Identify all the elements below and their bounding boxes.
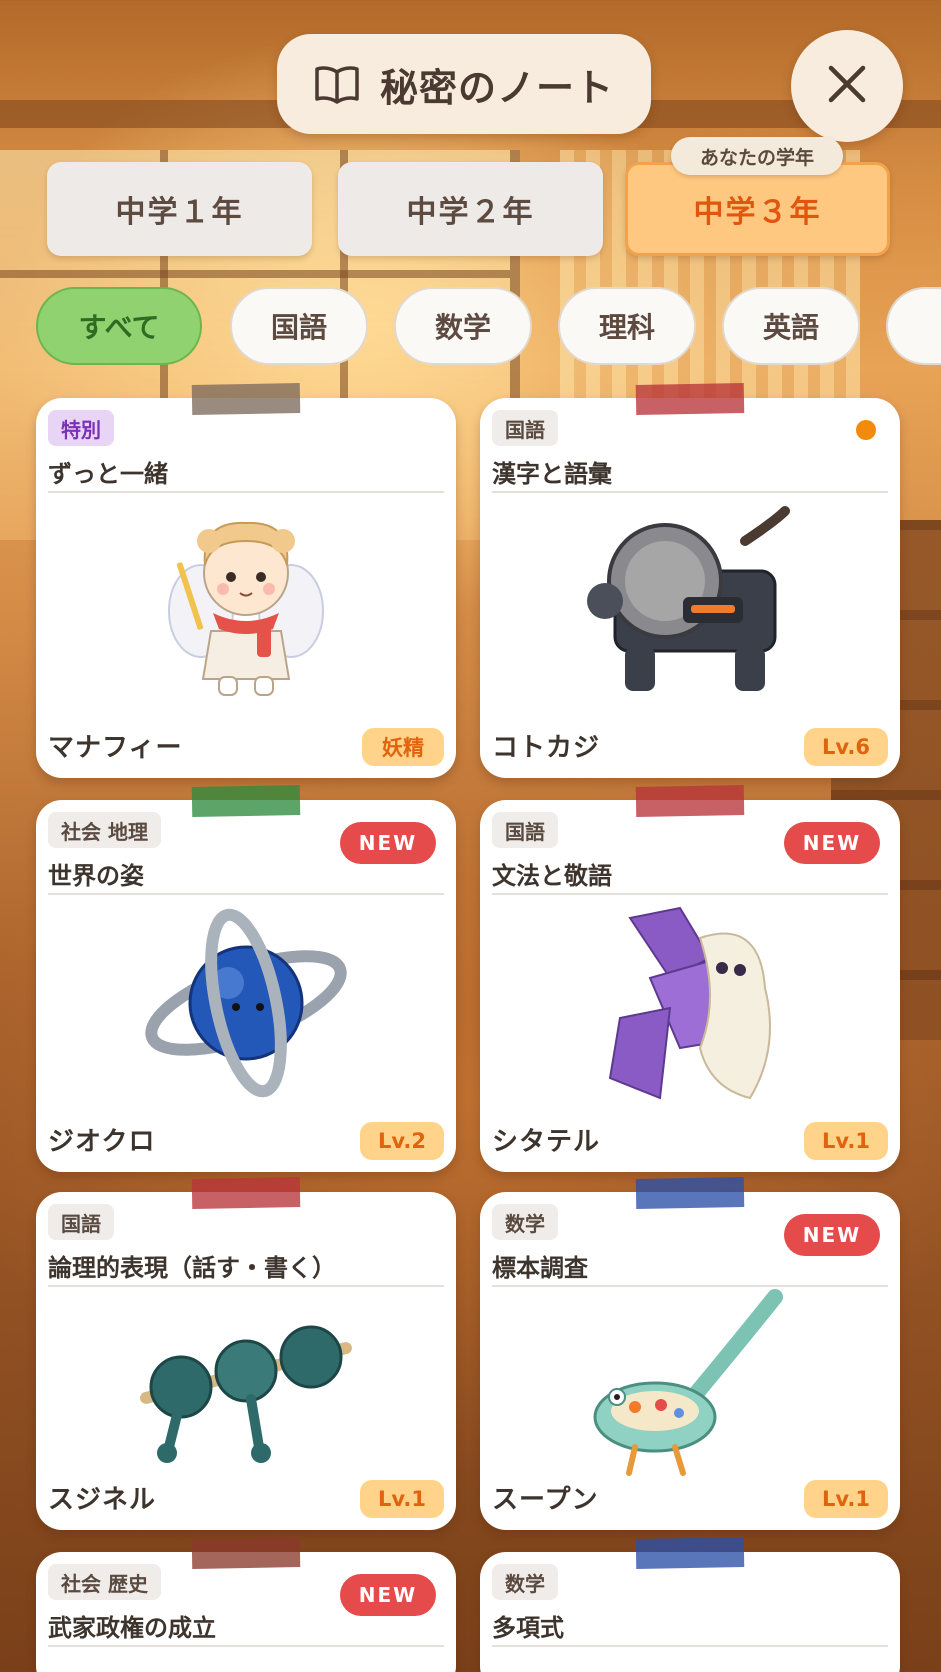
- card-divider: [48, 1645, 444, 1647]
- tape-decoration: [635, 1177, 745, 1209]
- chip-english[interactable]: 英語: [722, 287, 860, 365]
- your-grade-badge: あなたの学年: [671, 137, 843, 175]
- card-divider: [48, 491, 444, 493]
- level-badge: Lv.2: [360, 1122, 444, 1160]
- chip-more-partial[interactable]: [886, 287, 941, 365]
- level-badge: Lv.1: [360, 1480, 444, 1518]
- card-tag: 社会 地理: [48, 812, 161, 848]
- tape-decoration: [635, 383, 745, 415]
- note-card[interactable]: 国語 NEW 文法と敬語 シタテル Lv.1: [480, 785, 900, 1172]
- card-tag: 国語: [492, 812, 558, 848]
- card-title: 標本調査: [492, 1254, 588, 1282]
- fairy-character-icon: [36, 498, 456, 703]
- chip-japanese[interactable]: 国語: [230, 287, 368, 365]
- new-badge: NEW: [340, 1574, 436, 1616]
- note-card[interactable]: 国語 論理的表現（話す・書く） スジネル Lv.1: [36, 1177, 456, 1530]
- card-title: 漢字と語彙: [492, 460, 612, 488]
- card-title: 世界の姿: [48, 862, 144, 890]
- card-divider: [492, 893, 888, 895]
- new-badge: NEW: [340, 822, 436, 864]
- new-badge: NEW: [784, 1214, 880, 1256]
- card-tag: 国語: [48, 1204, 114, 1240]
- note-card[interactable]: 数学 多項式: [480, 1537, 900, 1672]
- level-badge: Lv.1: [804, 1480, 888, 1518]
- level-badge: Lv.6: [804, 728, 888, 766]
- tape-decoration: [191, 785, 301, 817]
- ladle-creature-icon: [480, 1289, 900, 1476]
- chip-math[interactable]: 数学: [394, 287, 532, 365]
- tab-grade-2[interactable]: 中学２年: [338, 162, 603, 256]
- note-card[interactable]: 社会 歴史 NEW 武家政権の成立: [36, 1537, 456, 1672]
- card-tag: 数学: [492, 1204, 558, 1240]
- note-card[interactable]: 特別 ずっと一緒 マナフィー 妖精: [36, 383, 456, 778]
- creature-name: スープン: [492, 1485, 599, 1515]
- tape-decoration: [191, 383, 301, 415]
- card-title: 武家政権の成立: [48, 1614, 216, 1642]
- unread-dot: [856, 420, 876, 440]
- card-title: 文法と敬語: [492, 862, 612, 890]
- type-badge: 妖精: [362, 728, 444, 766]
- creature-name: ジオクロ: [48, 1127, 156, 1157]
- creature-name: スジネル: [48, 1485, 157, 1515]
- tape-decoration: [191, 1537, 301, 1569]
- tape-decoration: [635, 785, 745, 817]
- card-divider: [48, 893, 444, 895]
- knotted-rope-creature-icon: [36, 1292, 456, 1472]
- tab-grade-3[interactable]: 中学３年: [625, 162, 890, 256]
- card-divider: [492, 1645, 888, 1647]
- page-title-pill: 秘密のノート: [277, 34, 651, 134]
- creature-name: コトカジ: [492, 733, 601, 763]
- chip-science[interactable]: 理科: [558, 287, 696, 365]
- card-divider: [48, 1285, 444, 1287]
- creature-name: シタテル: [492, 1127, 601, 1157]
- tape-decoration: [191, 1177, 301, 1209]
- note-card[interactable]: 数学 NEW 標本調査 スープン Lv.1: [480, 1177, 900, 1530]
- card-tag: 社会 歴史: [48, 1564, 161, 1600]
- creature-name: マナフィー: [48, 733, 183, 763]
- card-title: 多項式: [492, 1614, 564, 1642]
- card-tag: 特別: [48, 410, 114, 446]
- card-divider: [492, 491, 888, 493]
- origami-ghost-creature-icon: [480, 900, 900, 1105]
- note-card[interactable]: 社会 地理 NEW 世界の姿 ジオクロ Lv.2: [36, 785, 456, 1172]
- new-badge: NEW: [784, 822, 880, 864]
- forge-machine-creature-icon: [480, 498, 900, 703]
- chip-all[interactable]: すべて: [36, 287, 202, 365]
- close-icon: [825, 62, 869, 110]
- level-badge: Lv.1: [804, 1122, 888, 1160]
- page-title: 秘密のノート: [379, 65, 614, 110]
- tab-grade-1[interactable]: 中学１年: [47, 162, 312, 256]
- card-title: ずっと一緒: [48, 460, 168, 488]
- close-button[interactable]: [791, 30, 903, 142]
- card-tag: 国語: [492, 410, 558, 446]
- tape-decoration: [635, 1537, 745, 1569]
- book-open-icon: [314, 64, 360, 104]
- card-tag: 数学: [492, 1564, 558, 1600]
- globe-rings-creature-icon: [36, 900, 456, 1105]
- card-title: 論理的表現（話す・書く）: [48, 1254, 336, 1282]
- note-card[interactable]: 国語 漢字と語彙 コトカジ Lv.6: [480, 383, 900, 778]
